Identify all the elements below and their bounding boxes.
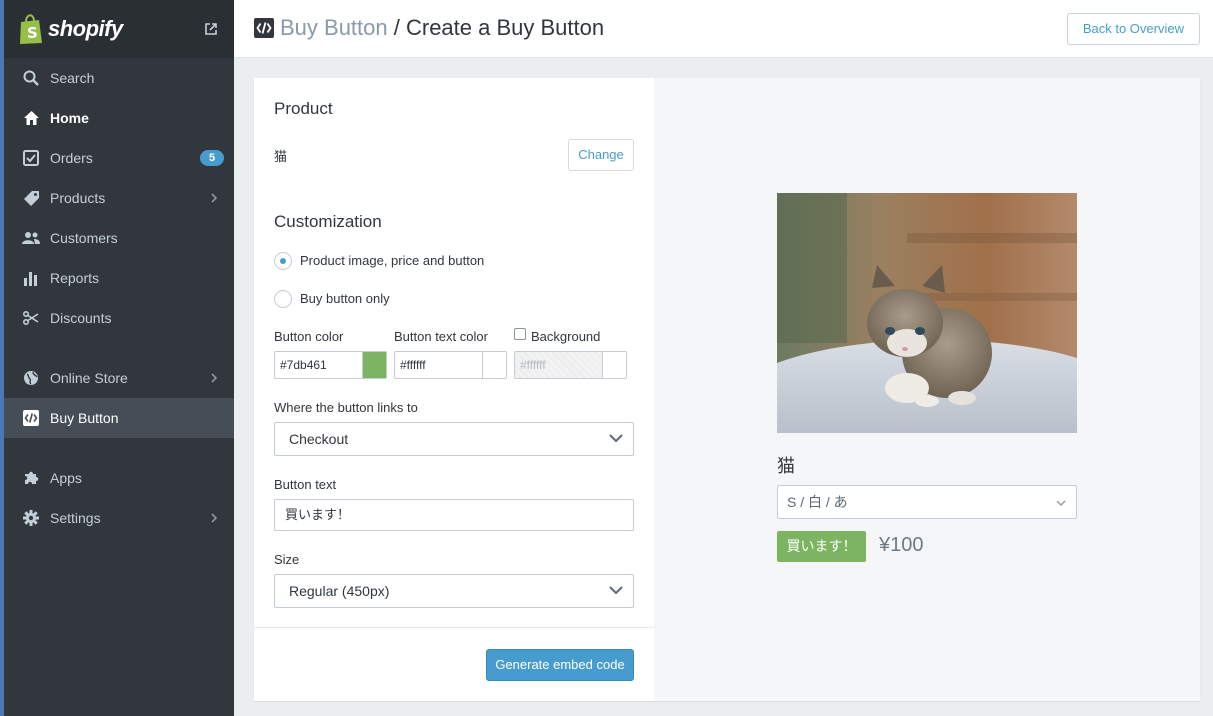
back-to-overview-button[interactable]: Back to Overview [1066, 13, 1200, 45]
background-checkbox[interactable] [514, 328, 526, 340]
globe-icon [22, 369, 40, 387]
sidebar-item-label: Buy Button [50, 410, 119, 426]
search-icon [22, 69, 40, 87]
orders-count-badge: 5 [200, 150, 224, 166]
change-product-button[interactable]: Change [568, 139, 634, 171]
logo-row: S shopify [4, 0, 234, 58]
customization-heading: Customization [274, 212, 382, 231]
background-color-value[interactable]: #ffffff [515, 352, 602, 378]
shopify-bag-icon: S [20, 14, 42, 44]
layout-option-full-label[interactable]: Product image, price and button [300, 253, 484, 268]
sidebar-item-buy-button[interactable]: Buy Button [4, 398, 234, 438]
product-heading: Product [274, 99, 333, 118]
button-text-color-value[interactable]: #ffffff [395, 352, 482, 378]
customers-icon [22, 229, 40, 247]
product-name: 猫 [274, 149, 288, 164]
sidebar-item-label: Settings [50, 510, 101, 526]
button-color-label: Button color [274, 329, 344, 344]
size-label: Size [274, 552, 300, 567]
gear-icon [22, 509, 40, 527]
puzzle-icon [22, 469, 40, 487]
links-to-select[interactable]: Checkout [274, 422, 634, 456]
button-color-value[interactable]: #7db461 [275, 352, 362, 378]
button-text-label: Button text [274, 477, 337, 492]
background-label[interactable]: Background [531, 329, 600, 344]
sidebar-item-label: Online Store [50, 370, 128, 386]
sidebar-item-customers[interactable]: Customers [4, 218, 234, 258]
button-text-color-field[interactable]: #ffffff [394, 351, 507, 379]
product-image [777, 193, 1077, 433]
chevron-right-icon [211, 513, 218, 523]
sidebar-item-online-store[interactable]: Online Store [4, 358, 234, 398]
tag-icon [22, 189, 40, 207]
background-color-field[interactable]: #ffffff [514, 351, 627, 379]
sidebar-item-search[interactable]: Search [4, 58, 234, 98]
sidebar-item-label: Reports [50, 270, 100, 286]
links-to-label: Where the button links to [274, 400, 418, 415]
chevron-right-icon [211, 373, 218, 383]
home-icon [22, 109, 40, 127]
external-link-icon[interactable] [204, 22, 218, 36]
preview-buy-button[interactable]: 買います！ [777, 531, 866, 562]
buy-button-card: Product 猫 Change Customization Product i… [254, 78, 1200, 701]
sidebar-item-reports[interactable]: Reports [4, 258, 234, 298]
layout-radio-full[interactable] [274, 252, 292, 270]
button-text-color-label: Button text color [394, 329, 488, 344]
sidebar-item-products[interactable]: Products [4, 178, 234, 218]
preview-variant-value: S / 白 / あ [787, 494, 848, 510]
button-text-color-swatch[interactable] [482, 352, 506, 378]
breadcrumb-buy-button[interactable]: Buy Button [280, 15, 388, 40]
orders-icon [22, 149, 40, 167]
preview-product-title: 猫 [777, 456, 795, 476]
button-color-swatch[interactable] [362, 352, 386, 378]
form-footer-divider [254, 627, 654, 628]
page-header: Buy Button / Create a Buy Button Back to… [234, 0, 1213, 58]
chevron-down-icon [1056, 500, 1066, 506]
chevron-right-icon [211, 193, 218, 203]
sidebar-item-label: Apps [50, 470, 82, 486]
code-icon [22, 409, 40, 427]
sidebar-item-label: Home [50, 110, 89, 126]
discount-icon [22, 309, 40, 327]
sidebar-item-apps[interactable]: Apps [4, 458, 234, 498]
background-color-swatch[interactable] [602, 352, 626, 378]
brand-name[interactable]: shopify [48, 16, 123, 42]
breadcrumb-separator: / [387, 15, 406, 40]
svg-text:S: S [27, 24, 38, 42]
size-select[interactable]: Regular (450px) [274, 574, 634, 608]
sidebar-item-label: Search [50, 70, 95, 86]
layout-option-button-only-label[interactable]: Buy button only [300, 291, 390, 306]
sidebar-item-label: Discounts [50, 310, 112, 326]
size-value: Regular (450px) [289, 583, 390, 599]
sidebar-item-label: Orders [50, 150, 93, 166]
sidebar-item-discounts[interactable]: Discounts [4, 298, 234, 338]
sidebar-item-orders[interactable]: Orders 5 [4, 138, 234, 178]
sidebar: S shopify Search Home Orders 5 Products … [0, 0, 234, 716]
settings-panel: Product 猫 Change Customization Product i… [254, 78, 654, 701]
preview-panel: 猫 S / 白 / あ 買います！ ¥100 [654, 78, 1200, 701]
page-title: Buy Button / Create a Buy Button [280, 15, 604, 41]
button-text-input[interactable]: 買います！ [274, 499, 634, 531]
links-to-value: Checkout [289, 431, 349, 447]
page-title-text: Create a Buy Button [405, 15, 605, 40]
chevron-down-icon [609, 434, 623, 443]
preview-variant-select[interactable]: S / 白 / あ [777, 485, 1077, 519]
sidebar-item-label: Products [50, 190, 106, 206]
code-icon [254, 18, 274, 38]
sidebar-item-label: Customers [50, 230, 118, 246]
reports-icon [22, 269, 40, 287]
generate-embed-code-button[interactable]: Generate embed code [486, 649, 634, 681]
button-color-field[interactable]: #7db461 [274, 351, 387, 379]
sidebar-item-settings[interactable]: Settings [4, 498, 234, 538]
layout-radio-button-only[interactable] [274, 290, 292, 308]
preview-price: ¥100 [879, 534, 924, 556]
chevron-down-icon [609, 586, 623, 595]
sidebar-item-home[interactable]: Home [4, 98, 234, 138]
